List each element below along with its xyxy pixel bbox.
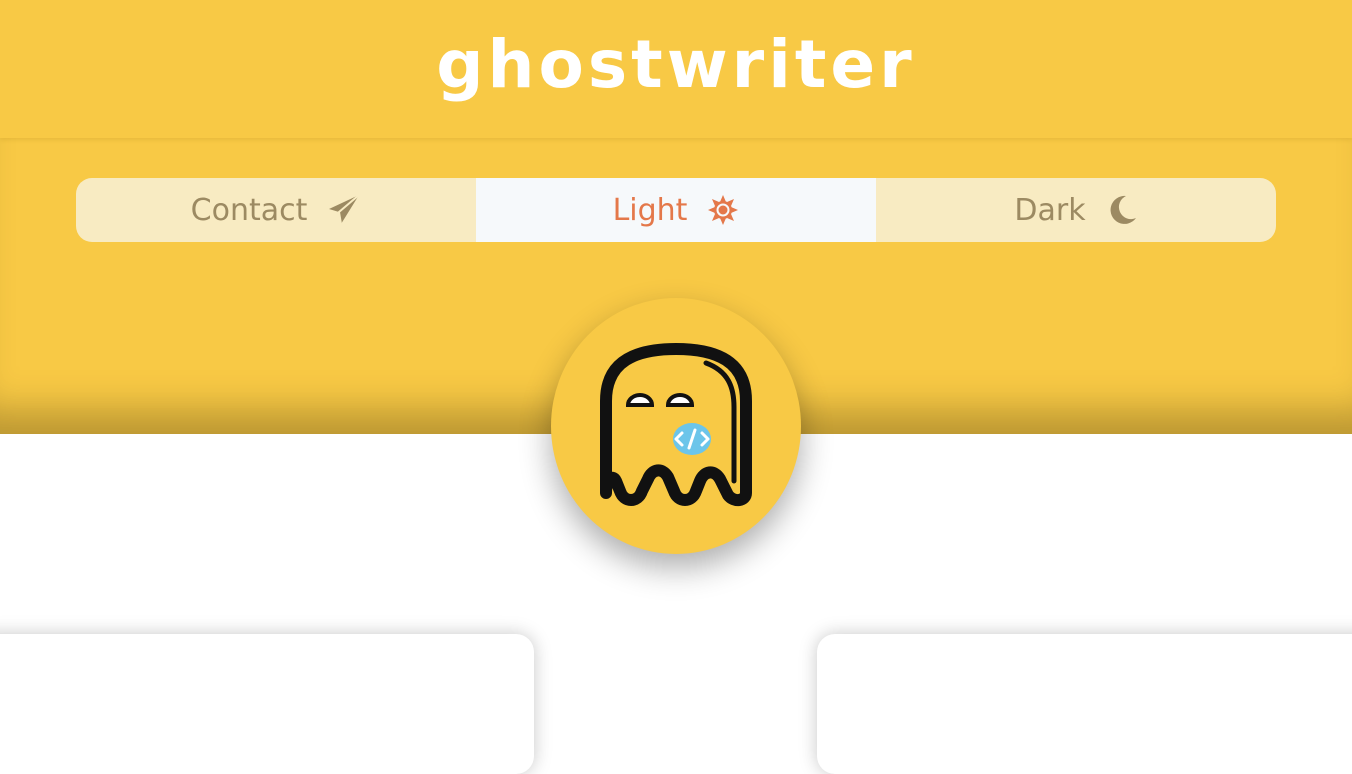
moon-icon — [1106, 194, 1138, 226]
site-header: ghostwriter — [0, 0, 1352, 138]
site-title: ghostwriter — [436, 25, 916, 103]
contact-label: Contact — [190, 192, 308, 228]
content-card-left — [0, 634, 534, 774]
contact-button[interactable]: Contact — [76, 178, 476, 242]
theme-nav: Contact Light Dark — [76, 178, 1276, 242]
content-card-right — [817, 634, 1352, 774]
dark-mode-button[interactable]: Dark — [876, 178, 1276, 242]
light-label: Light — [612, 192, 688, 228]
sun-icon — [707, 194, 739, 226]
ghost-code-logo-icon — [600, 343, 752, 506]
paper-plane-icon — [327, 193, 361, 227]
ghost-logo-avatar — [551, 298, 801, 554]
dark-label: Dark — [1014, 192, 1086, 228]
light-mode-button[interactable]: Light — [476, 178, 876, 242]
